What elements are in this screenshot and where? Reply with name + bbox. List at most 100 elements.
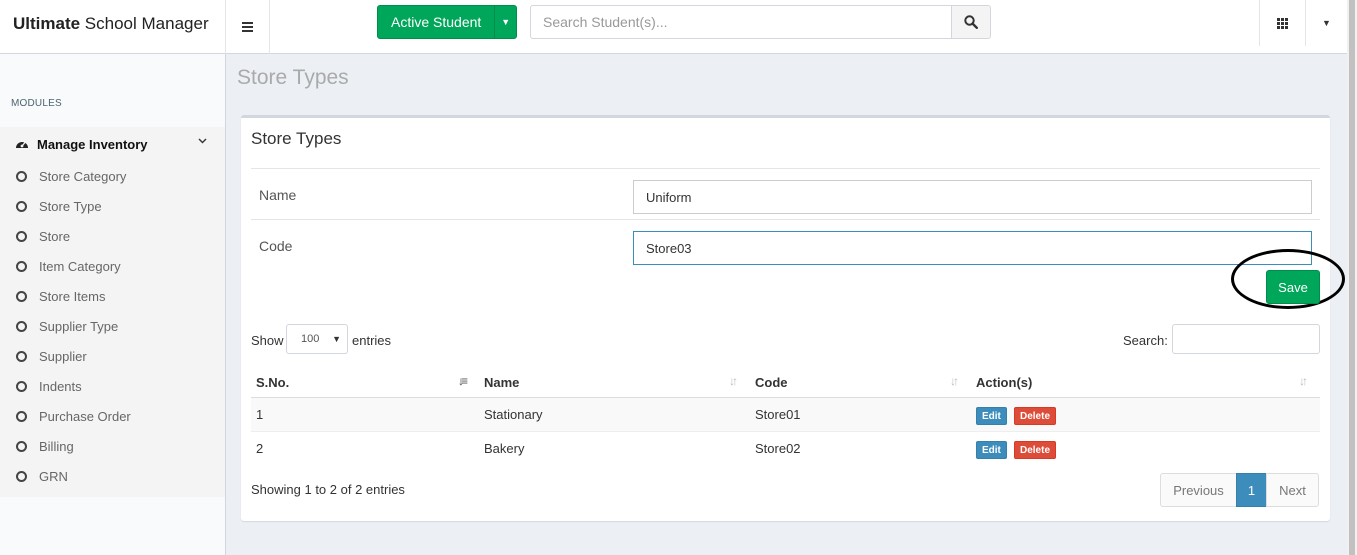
page-length-select[interactable]: 100 ▼ (286, 324, 348, 354)
sidebar-item-store-items[interactable]: Store Items (0, 281, 225, 311)
app-brand[interactable]: Ultimate School Manager (0, 0, 226, 54)
name-field[interactable] (633, 180, 1312, 214)
delete-button[interactable]: Delete (1014, 407, 1057, 425)
cell-sno: 1 (256, 407, 264, 422)
cell-code: Store01 (755, 407, 801, 422)
circle-icon (16, 350, 27, 362)
divider (251, 168, 1320, 169)
circle-icon (16, 260, 27, 272)
save-button[interactable]: Save (1266, 270, 1320, 304)
sidebar-item-label: Supplier (39, 348, 87, 364)
top-navbar: Ultimate School Manager Active Student ▼… (0, 0, 1357, 54)
user-menu-dropdown[interactable]: ▼ (1305, 0, 1347, 46)
circle-icon (16, 170, 27, 182)
chevron-down-icon (198, 138, 207, 144)
table-search-input[interactable] (1172, 324, 1320, 354)
table-info: Showing 1 to 2 of 2 entries (251, 482, 405, 497)
column-header-name[interactable]: Name (484, 375, 519, 390)
search-button[interactable] (951, 5, 991, 39)
sidebar-item-supplier-type[interactable]: Supplier Type (0, 311, 225, 341)
circle-icon (16, 230, 27, 242)
page-scrollbar[interactable] (1347, 0, 1357, 555)
edit-button[interactable]: Edit (976, 441, 1007, 459)
column-header-code[interactable]: Code (755, 375, 788, 390)
next-page-button[interactable]: Next (1266, 473, 1319, 507)
sidebar-item-billing[interactable]: Billing (0, 431, 225, 461)
student-search-input[interactable] (530, 5, 952, 39)
sidebar-item-purchase-order[interactable]: Purchase Order (0, 401, 225, 431)
sidebar-item-grn[interactable]: GRN (0, 461, 225, 491)
sort-icon[interactable]: ↓↑ (729, 374, 738, 388)
circle-icon (16, 290, 27, 302)
box-title: Store Types (251, 129, 342, 148)
sidebar-menu: Manage Inventory Store Category Store Ty… (0, 127, 225, 497)
sidebar: MODULES Manage Inventory Store Category … (0, 54, 226, 555)
delete-button[interactable]: Delete (1014, 441, 1057, 459)
sidebar-item-store-category[interactable]: Store Category (0, 161, 225, 191)
table-search-label: Search: (1123, 333, 1168, 348)
caret-down-icon[interactable]: ▼ (494, 6, 516, 38)
active-student-label: Active Student (391, 14, 482, 30)
previous-page-button[interactable]: Previous (1160, 473, 1237, 507)
page-title: Store Types (237, 66, 349, 89)
sidebar-item-label: Billing (39, 438, 74, 454)
store-types-box: Store Types Name Code Save Show 100 ▼ en… (241, 115, 1345, 521)
page-1-button[interactable]: 1 (1236, 473, 1267, 507)
caret-down-icon: ▼ (332, 334, 341, 344)
sidebar-item-label: Purchase Order (39, 408, 131, 424)
sort-icon[interactable]: ↓↑ (950, 374, 959, 388)
grid-icon (1277, 17, 1288, 29)
code-label: Code (259, 238, 293, 254)
cell-name: Bakery (484, 441, 525, 456)
circle-icon (16, 470, 27, 482)
sidebar-item-store-type[interactable]: Store Type (0, 191, 225, 221)
column-header-sno[interactable]: S.No. (256, 375, 289, 390)
sidebar-item-label: Store Category (39, 168, 127, 184)
sort-icon[interactable]: ↓↑ (1299, 374, 1308, 388)
column-header-actions[interactable]: Action(s) (976, 375, 1032, 390)
brand-bold: Ultimate (13, 14, 81, 33)
student-search (530, 5, 991, 39)
sidebar-item-label: Indents (39, 378, 82, 394)
sidebar-item-label: Store Type (39, 198, 102, 214)
search-icon (964, 15, 978, 29)
sidebar-item-store[interactable]: Store (0, 221, 225, 251)
circle-icon (16, 380, 27, 392)
table-row: 1 Stationary Store01 Edit Delete (251, 398, 1320, 431)
sidebar-item-manage-inventory[interactable]: Manage Inventory (0, 127, 225, 161)
pagination: Previous 1 Next (1160, 473, 1319, 507)
apps-menu-button[interactable] (1259, 0, 1305, 46)
sidebar-item-item-category[interactable]: Item Category (0, 251, 225, 281)
edit-button[interactable]: Edit (976, 407, 1007, 425)
circle-icon (16, 200, 27, 212)
table-row: 2 Bakery Store02 Edit Delete (251, 432, 1320, 465)
dashboard-icon (16, 142, 28, 148)
sidebar-item-label: Store (39, 228, 71, 244)
sidebar-toggle-button[interactable] (226, 0, 270, 54)
name-label: Name (259, 187, 297, 203)
entries-label: entries (352, 333, 392, 348)
sidebar-item-indents[interactable]: Indents (0, 371, 225, 401)
circle-icon (16, 440, 27, 452)
cell-sno: 2 (256, 441, 264, 456)
scrollbar-thumb[interactable] (1349, 0, 1355, 555)
sidebar-item-supplier[interactable]: Supplier (0, 341, 225, 371)
code-field[interactable] (633, 231, 1312, 265)
divider (251, 219, 1320, 220)
circle-icon (16, 320, 27, 332)
circle-icon (16, 410, 27, 422)
hamburger-icon (242, 26, 253, 28)
sort-asc-icon[interactable]: ↓≡ (458, 374, 468, 388)
sidebar-parent-label: Manage Inventory (37, 136, 148, 152)
cell-code: Store02 (755, 441, 801, 456)
caret-down-icon: ▼ (1322, 18, 1331, 28)
sidebar-item-label: Store Items (39, 288, 106, 304)
cell-name: Stationary (484, 407, 543, 422)
active-student-button[interactable]: Active Student ▼ (377, 5, 517, 39)
sidebar-item-label: Item Category (39, 258, 121, 274)
sidebar-section-header: MODULES (11, 98, 62, 109)
sidebar-item-label: Supplier Type (39, 318, 119, 334)
brand-rest: School Manager (80, 14, 209, 33)
sidebar-item-label: GRN (39, 468, 68, 484)
show-label: Show (251, 333, 284, 348)
